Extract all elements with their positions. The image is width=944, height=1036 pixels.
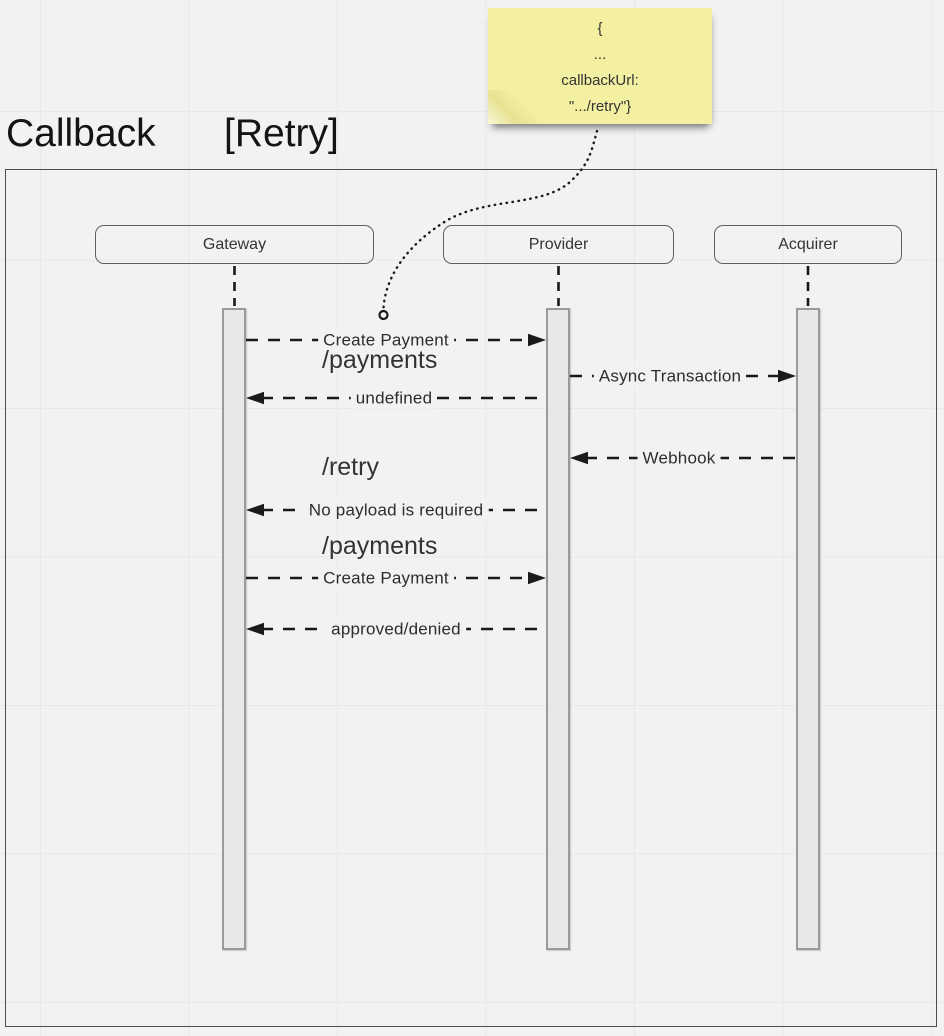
connector-endpoint-circle (380, 311, 388, 319)
diagram-canvas: Create Payment Async Transaction undefin… (0, 0, 944, 1036)
message-label[interactable]: approved/denied (326, 619, 466, 640)
annotation-payments-1[interactable]: /payments (322, 346, 437, 374)
participant-gateway[interactable]: Gateway (95, 225, 374, 264)
sticky-note-line: ... (488, 42, 712, 68)
diagram-title-qualifier: [Retry] (224, 112, 339, 156)
annotation-payments-2[interactable]: /payments (322, 532, 437, 560)
participant-label: Acquirer (778, 236, 838, 254)
diagram-title-main: Callback (6, 112, 156, 156)
diagram-title: Callback [Retry] (0, 112, 944, 164)
annotation-retry[interactable]: /retry (322, 453, 379, 481)
sticky-note-line: { (488, 16, 712, 42)
participant-provider[interactable]: Provider (443, 225, 674, 264)
sticky-note-line: ".../retry"} (488, 94, 712, 120)
message-label[interactable]: Async Transaction (594, 366, 746, 387)
message-label[interactable]: No payload is required (304, 500, 489, 521)
message-label[interactable]: Create Payment (318, 568, 454, 589)
sticky-note-line: callbackUrl: (488, 68, 712, 94)
participant-acquirer[interactable]: Acquirer (714, 225, 902, 264)
participant-label: Gateway (203, 236, 266, 254)
message-label[interactable]: undefined (351, 388, 437, 409)
participant-label: Provider (529, 236, 589, 254)
sticky-note[interactable]: { ... callbackUrl: ".../retry"} (488, 8, 712, 124)
message-label[interactable]: Webhook (638, 448, 721, 469)
